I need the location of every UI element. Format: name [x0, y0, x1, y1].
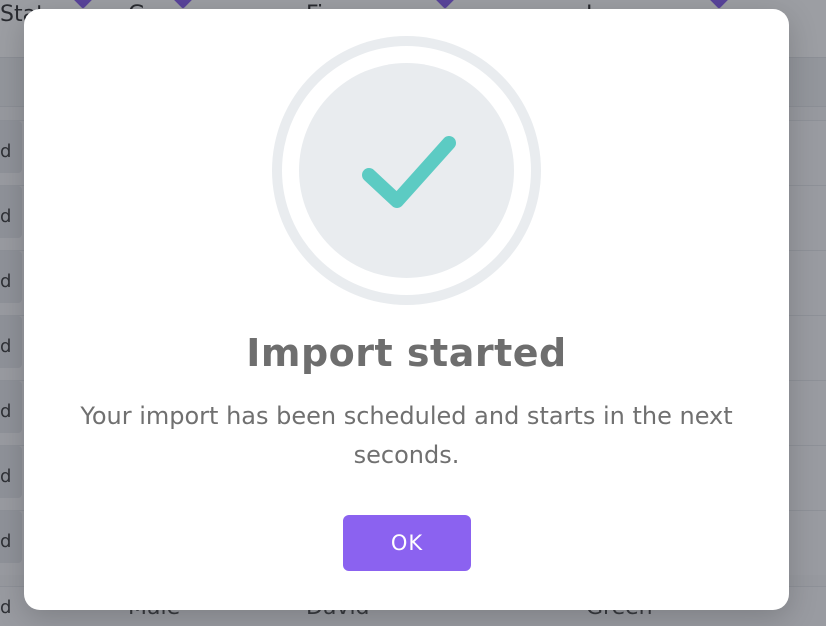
success-circle	[299, 63, 514, 278]
ok-button[interactable]: OK	[343, 515, 471, 571]
ring-gap	[282, 46, 531, 295]
dialog-title: Import started	[246, 331, 567, 375]
success-ring	[272, 36, 541, 305]
dialog-message: Your import has been scheduled and start…	[80, 402, 733, 469]
import-started-dialog: Import started Your import has been sche…	[24, 9, 789, 610]
check-icon	[362, 136, 456, 208]
